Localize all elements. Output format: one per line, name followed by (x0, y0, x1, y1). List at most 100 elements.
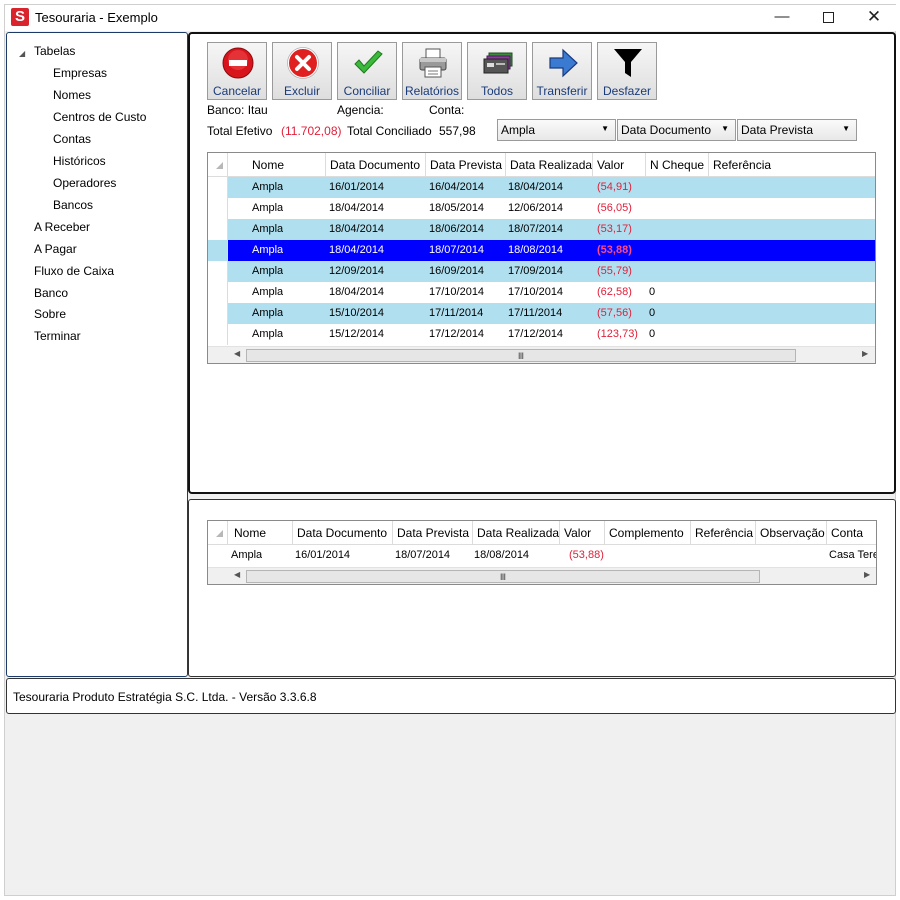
cell-nome[interactable]: Ampla (252, 282, 283, 303)
cell-nome[interactable]: Ampla (252, 177, 283, 198)
cell-valor[interactable]: (57,56) (597, 303, 632, 324)
col-header-nome[interactable]: Nome (248, 153, 326, 177)
cell-doc[interactable]: 16/01/2014 (329, 177, 384, 198)
minimize-button[interactable]: — (759, 5, 805, 31)
cell-valor[interactable]: (62,58) (597, 282, 632, 303)
tree-item-banco[interactable]: Banco (34, 286, 68, 300)
date-order-select[interactable]: Data Prevista ▼ (737, 119, 857, 141)
tree-item-centros-de-custo[interactable]: Centros de Custo (53, 110, 146, 124)
undo-filter-button[interactable]: Desfazer (597, 42, 657, 100)
cell-real[interactable]: 18/08/2014 (508, 240, 563, 261)
detail-horizontal-scrollbar[interactable]: ◀ Ⅲ ▶ (208, 567, 876, 584)
cell-doc[interactable]: 18/04/2014 (329, 198, 384, 219)
cell-cheque[interactable]: 0 (649, 282, 655, 303)
scroll-thumb[interactable]: Ⅲ (246, 349, 796, 362)
row-header[interactable] (208, 240, 228, 261)
tree-item-operadores[interactable]: Operadores (53, 176, 116, 190)
scroll-left-icon[interactable]: ◀ (234, 570, 240, 579)
cell-nome[interactable]: Ampla (252, 303, 283, 324)
cell-prev[interactable]: 16/04/2014 (429, 177, 484, 198)
table-row[interactable]: Ampla 15/10/2014 17/11/2014 17/11/2014 (57,5… (208, 303, 875, 324)
title-bar[interactable]: S Tesouraria - Exemplo — ✕ (5, 5, 897, 31)
delete-button[interactable]: Excluir (272, 42, 332, 100)
table-row[interactable]: Ampla 12/09/2014 16/09/2014 17/09/2014 (55,7… (208, 261, 875, 282)
all-button[interactable]: Todos (467, 42, 527, 100)
cell-valor[interactable]: (53,88) (597, 240, 632, 261)
col-header-valor[interactable]: Valor (560, 521, 605, 545)
tree-item-empresas[interactable]: Empresas (53, 66, 107, 80)
tree-item-nomes[interactable]: Nomes (53, 88, 91, 102)
select-all-corner[interactable] (208, 153, 228, 177)
col-header-data-realizada[interactable]: Data Realizada (506, 153, 593, 177)
table-row[interactable]: Ampla 16/01/2014 16/04/2014 18/04/2014 (54,9… (208, 177, 875, 198)
cell-doc[interactable]: 18/04/2014 (329, 219, 384, 240)
cell-valor[interactable]: (54,91) (597, 177, 632, 198)
row-header[interactable] (208, 303, 228, 324)
table-row[interactable]: Ampla 16/01/2014 18/07/2014 18/08/2014 (53,8… (208, 545, 876, 566)
cell-doc[interactable]: 18/04/2014 (329, 282, 384, 303)
col-header-data-prevista[interactable]: Data Prevista (393, 521, 473, 545)
cell-prev[interactable]: 18/07/2014 (429, 240, 484, 261)
scroll-thumb[interactable]: Ⅲ (246, 570, 760, 583)
cell-real[interactable]: 18/04/2014 (508, 177, 563, 198)
horizontal-scrollbar[interactable]: ◀ Ⅲ ▶ (208, 346, 875, 363)
cell-prev[interactable]: 18/07/2014 (395, 545, 450, 566)
row-header[interactable] (208, 198, 228, 219)
tree-item-a-receber[interactable]: A Receber (34, 220, 90, 234)
cell-nome[interactable]: Ampla (252, 240, 283, 261)
detail-grid[interactable]: Nome Data Documento Data Prevista Data R… (207, 520, 877, 585)
col-header-complemento[interactable]: Complemento (605, 521, 691, 545)
col-header-conta[interactable]: Conta (827, 521, 876, 545)
cell-nome[interactable]: Ampla (252, 261, 283, 282)
transfer-button[interactable]: Transferir (532, 42, 592, 100)
cell-doc[interactable]: 16/01/2014 (295, 545, 350, 566)
cell-prev[interactable]: 16/09/2014 (429, 261, 484, 282)
cell-prev[interactable]: 17/12/2014 (429, 324, 484, 345)
select-all-corner[interactable] (208, 521, 228, 545)
scroll-right-icon[interactable]: ▶ (864, 570, 870, 579)
table-row[interactable]: Ampla 18/04/2014 17/10/2014 17/10/2014 (62,5… (208, 282, 875, 303)
cell-doc[interactable]: 15/10/2014 (329, 303, 384, 324)
scroll-left-icon[interactable]: ◀ (234, 349, 240, 358)
cell-doc[interactable]: 12/09/2014 (329, 261, 384, 282)
cell-valor[interactable]: (53,88) (569, 545, 604, 566)
cell-doc[interactable]: 18/04/2014 (329, 240, 384, 261)
cell-real[interactable]: 17/09/2014 (508, 261, 563, 282)
row-header[interactable] (208, 177, 228, 198)
table-row[interactable]: Ampla 18/04/2014 18/06/2014 18/07/2014 (53,1… (208, 219, 875, 240)
col-header-data-documento[interactable]: Data Documento (326, 153, 426, 177)
table-row[interactable]: Ampla 18/04/2014 18/05/2014 12/06/2014 (56,0… (208, 198, 875, 219)
cell-nome[interactable]: Ampla (252, 324, 283, 345)
reports-button[interactable]: Relatórios (402, 42, 462, 100)
cell-real[interactable]: 17/12/2014 (508, 324, 563, 345)
row-header[interactable] (208, 282, 228, 303)
col-header-n-cheque[interactable]: N Cheque (646, 153, 709, 177)
name-filter-select[interactable]: Ampla ▼ (497, 119, 616, 141)
cell-valor[interactable]: (55,79) (597, 261, 632, 282)
cell-cheque[interactable]: 0 (649, 324, 655, 345)
tree-item-fluxo-de-caixa[interactable]: Fluxo de Caixa (34, 264, 114, 278)
col-header-valor[interactable]: Valor (593, 153, 646, 177)
cell-real[interactable]: 18/08/2014 (474, 545, 529, 566)
cell-prev[interactable]: 18/05/2014 (429, 198, 484, 219)
scroll-right-icon[interactable]: ▶ (862, 349, 868, 358)
tree-item-tabelas[interactable]: Tabelas (34, 44, 75, 58)
cell-real[interactable]: 12/06/2014 (508, 198, 563, 219)
cancel-button[interactable]: Cancelar (207, 42, 267, 100)
col-header-data-documento[interactable]: Data Documento (293, 521, 393, 545)
table-row[interactable]: Ampla 18/04/2014 18/07/2014 18/08/2014 (53,8… (208, 240, 875, 261)
reconcile-button[interactable]: Conciliar (337, 42, 397, 100)
tree-item-sobre[interactable]: Sobre (34, 307, 66, 321)
tree-item-bancos[interactable]: Bancos (53, 198, 93, 212)
tree-expand-icon[interactable]: ◢ (19, 49, 25, 58)
cell-nome[interactable]: Ampla (231, 545, 262, 566)
cell-real[interactable]: 17/10/2014 (508, 282, 563, 303)
tree-item-terminar[interactable]: Terminar (34, 329, 81, 343)
cell-real[interactable]: 17/11/2014 (508, 303, 562, 324)
cell-valor[interactable]: (53,17) (597, 219, 632, 240)
cell-doc[interactable]: 15/12/2014 (329, 324, 384, 345)
date-type-select[interactable]: Data Documento ▼ (617, 119, 736, 141)
col-header-referencia[interactable]: Referência (691, 521, 756, 545)
col-header-data-realizada[interactable]: Data Realizada (473, 521, 560, 545)
transactions-grid[interactable]: Nome Data Documento Data Prevista Data R… (207, 152, 876, 364)
